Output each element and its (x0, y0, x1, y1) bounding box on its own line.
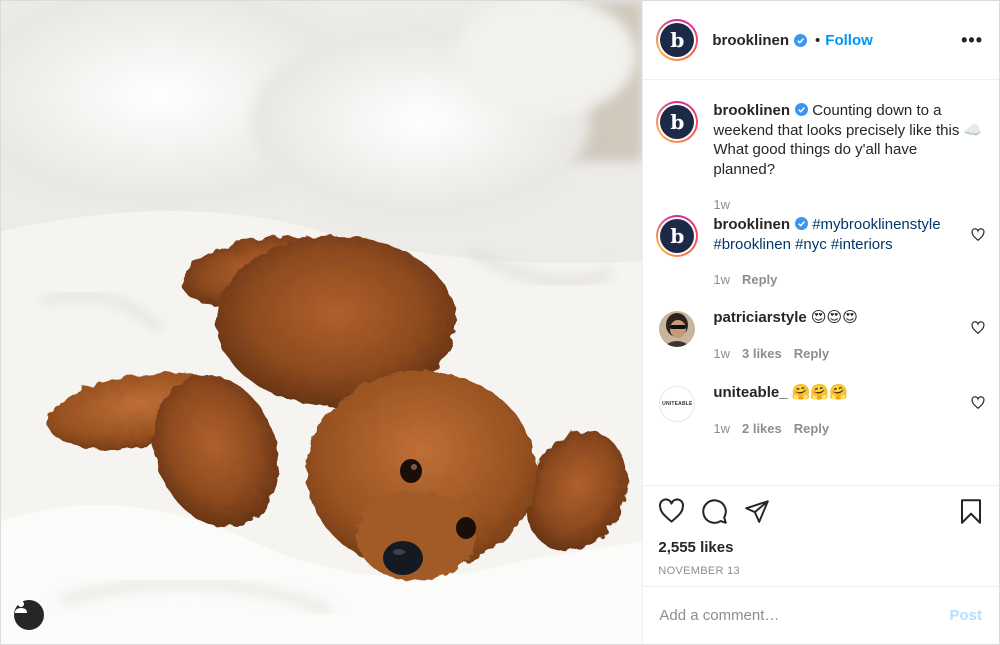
post-header: b brooklinen • Follow ••• (643, 1, 999, 80)
verified-badge-icon (794, 33, 808, 47)
add-comment-input[interactable] (659, 607, 950, 624)
avatar-photo (659, 311, 696, 347)
comment-item: b brooklinen #mybrooklinenstyle #brookli… (643, 215, 999, 308)
reply-button[interactable]: Reply (794, 419, 829, 439)
avatar[interactable]: UNITEABLE (659, 386, 696, 422)
post-details-panel: b brooklinen • Follow ••• b brooklinen C… (642, 1, 999, 644)
comment-text: 🤗🤗🤗 (791, 384, 848, 401)
brand-logo: b (660, 105, 695, 139)
post-photo[interactable] (1, 1, 643, 644)
brand-logo: b (660, 219, 695, 253)
dog-on-bed-image (1, 1, 643, 644)
comment-item: patriciarstyle 😍😍😍 1w 3 likes Reply (643, 308, 999, 383)
instagram-post: b brooklinen • Follow ••• b brooklinen C… (0, 0, 1000, 645)
heart-icon[interactable] (971, 321, 985, 335)
comment-icon[interactable] (701, 498, 728, 525)
add-comment-bar: Post (643, 586, 999, 644)
avatar[interactable]: b (656, 19, 699, 61)
comment-item: UNITEABLE uniteable_ 🤗🤗🤗 1w 2 likes Repl… (643, 383, 999, 458)
post-actions: 2,555 likes NOVEMBER 13 (643, 485, 999, 586)
heart-icon[interactable] (971, 228, 985, 242)
reply-button[interactable]: Reply (794, 344, 829, 364)
comment-likes[interactable]: 3 likes (742, 344, 782, 364)
post-button[interactable]: Post (949, 607, 982, 624)
comment-username[interactable]: patriciarstyle (713, 309, 806, 326)
comment-username[interactable]: brooklinen (713, 216, 790, 233)
like-heart-icon[interactable] (658, 497, 685, 525)
person-icon (15, 601, 27, 613)
likes-count[interactable]: 2,555 likes (658, 539, 983, 556)
avatar-logo-text: UNITEABLE (662, 401, 693, 407)
caption: b brooklinen Counting down to a weekend … (643, 101, 999, 215)
header-username[interactable]: brooklinen (712, 32, 789, 49)
comment-time[interactable]: 1w (713, 270, 730, 290)
follow-button[interactable]: Follow (825, 32, 873, 49)
bookmark-icon[interactable] (959, 498, 983, 525)
caption-username[interactable]: brooklinen (713, 102, 790, 119)
caption-time[interactable]: 1w (713, 195, 730, 215)
separator-dot: • (815, 31, 821, 49)
brand-logo: b (660, 23, 695, 57)
more-icon[interactable]: ••• (961, 30, 983, 51)
comment-time[interactable]: 1w (713, 344, 730, 364)
comment-username[interactable]: uniteable_ (713, 384, 787, 401)
comment-text: 😍😍😍 (810, 309, 858, 326)
share-icon[interactable] (744, 498, 770, 524)
verified-badge-icon (795, 103, 809, 116)
avatar[interactable] (659, 311, 696, 347)
avatar[interactable]: b (656, 215, 699, 257)
comment-time[interactable]: 1w (713, 419, 730, 439)
comment-likes[interactable]: 2 likes (742, 419, 782, 439)
post-date[interactable]: NOVEMBER 13 (658, 565, 983, 577)
verified-badge-icon (795, 217, 809, 230)
user-tag-icon[interactable] (14, 600, 44, 630)
heart-icon[interactable] (971, 396, 985, 410)
comments-list[interactable]: b brooklinen Counting down to a weekend … (643, 80, 999, 485)
avatar[interactable]: b (656, 101, 699, 143)
reply-button[interactable]: Reply (742, 270, 777, 290)
